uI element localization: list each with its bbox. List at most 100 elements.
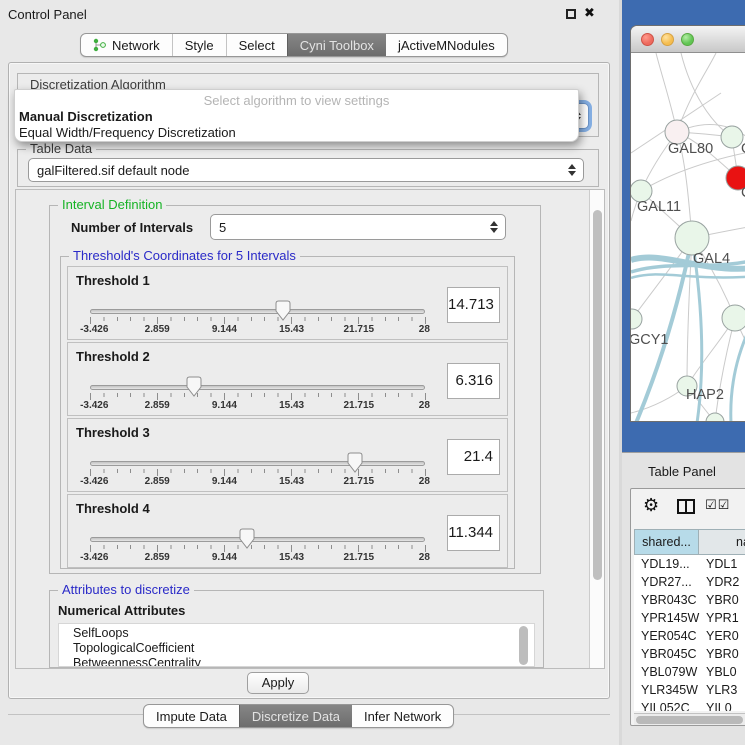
- slider-track[interactable]: [90, 385, 425, 390]
- column-header-name[interactable]: na: [699, 529, 745, 555]
- tab-network[interactable]: Network: [81, 34, 172, 56]
- tab-discretize-data[interactable]: Discretize Data: [239, 705, 352, 727]
- minimize-traffic-light-icon[interactable]: [661, 33, 674, 46]
- threshold-label: Threshold 2: [76, 349, 150, 364]
- table-row[interactable]: YBL079WYBL0: [634, 663, 745, 681]
- svg-text:GAL80: GAL80: [668, 141, 713, 157]
- control-panel-window: Control Panel ✖ Network Style Select Cyn…: [0, 0, 619, 745]
- close-traffic-light-icon[interactable]: [641, 33, 654, 46]
- tab-cyni-toolbox[interactable]: Cyni Toolbox: [287, 34, 386, 56]
- threshold-4-value-field[interactable]: 11.344: [447, 515, 500, 551]
- slider-tick-labels: -3.426 2.859 9.144 15.43 21.715 28: [90, 552, 426, 564]
- slider-tick-labels: -3.426 2.859 9.144 15.43 21.715 28: [90, 324, 426, 336]
- checkbox-icon[interactable]: ☑: [705, 497, 718, 512]
- threshold-1-slider[interactable]: [90, 309, 425, 314]
- group-title: Attributes to discretize: [58, 582, 194, 597]
- dropdown-hint: Select algorithm to view settings: [15, 93, 578, 109]
- tab-select[interactable]: Select: [226, 34, 287, 56]
- scrollbar-thumb[interactable]: [593, 210, 602, 580]
- slider-track[interactable]: [90, 537, 425, 542]
- slider-major-ticks: [90, 469, 426, 476]
- svg-text:HAP2: HAP2: [686, 387, 724, 403]
- table-row[interactable]: YER054CYER0: [634, 627, 745, 645]
- scrollbar-track[interactable]: [589, 190, 604, 668]
- number-of-intervals-label: Number of Intervals: [71, 220, 193, 235]
- node-gal4: [675, 221, 709, 255]
- tab-jactivemnodules[interactable]: jActiveMNodules: [386, 34, 507, 56]
- dropdown-option-manual[interactable]: Manual Discretization: [15, 109, 578, 125]
- tab-style[interactable]: Style: [172, 34, 226, 56]
- slider-track[interactable]: [90, 309, 425, 314]
- number-of-intervals-value: 5: [219, 220, 226, 235]
- svg-text:GA: GA: [741, 141, 745, 157]
- horizontal-scrollbar-thumb[interactable]: [636, 716, 743, 724]
- node-right-top: [721, 126, 743, 148]
- slider-major-ticks: [90, 393, 426, 400]
- gear-icon[interactable]: ⚙: [643, 495, 659, 516]
- threshold-1-panel: Threshold 1 -3.426 2.859 9.144 15.43: [67, 266, 508, 340]
- cyni-mode-tabs: Impute Data Discretize Data Infer Networ…: [143, 704, 454, 728]
- table-row[interactable]: YLR345WYLR3: [634, 681, 745, 699]
- threshold-3-slider[interactable]: [90, 461, 425, 466]
- combo-arrows-icon: [568, 164, 576, 176]
- svg-text:GCY1: GCY1: [631, 332, 669, 348]
- network-window-titlebar[interactable]: [631, 26, 745, 53]
- combo-arrows-icon: [490, 221, 498, 233]
- slider-track[interactable]: [90, 461, 425, 466]
- threshold-2-slider[interactable]: [90, 385, 425, 390]
- svg-text:GAL11: GAL11: [637, 199, 681, 215]
- close-icon[interactable]: ✖: [584, 5, 595, 21]
- table-row[interactable]: YDL19...YDL1: [634, 555, 745, 573]
- table-data-combobox[interactable]: galFiltered.sif default node: [28, 158, 584, 182]
- table-row[interactable]: YPR145WYPR1: [634, 609, 745, 627]
- number-of-intervals-combobox[interactable]: 5: [210, 214, 506, 240]
- threshold-3-panel: Threshold 3 -3.426 2.859 9.144 15.43: [67, 418, 508, 492]
- node-right-low: [722, 305, 745, 331]
- svg-text:C: C: [741, 185, 745, 201]
- table-panel: Table Panel ⚙ ☑☑ shared... na YDL19...YD…: [622, 452, 745, 745]
- column-checkbox-icons[interactable]: ☑☑: [705, 497, 730, 513]
- table-row[interactable]: YDR27...YDR2: [634, 573, 745, 591]
- threshold-1-value-field[interactable]: 14.713: [447, 287, 500, 323]
- threshold-label: Threshold 4: [76, 501, 150, 516]
- column-header-shared[interactable]: shared...: [634, 529, 699, 555]
- tab-network-label: Network: [112, 38, 160, 53]
- node-table-card: ⚙ ☑☑ shared... na YDL19...YDL1 YDR27...Y…: [630, 488, 745, 726]
- table-header-row: shared... na: [634, 529, 745, 555]
- interval-definition-group: Interval Definition Number of Intervals …: [49, 205, 541, 574]
- threshold-3-value-field[interactable]: 21.4: [447, 439, 500, 475]
- horizontal-scrollbar[interactable]: [634, 713, 745, 725]
- network-canvas[interactable]: GAL80 GA C GAL11 GAL4 GCY1 H HAP2: [631, 53, 745, 422]
- table-data-group: Table Data galFiltered.sif default node: [17, 149, 599, 187]
- threshold-4-slider[interactable]: [90, 537, 425, 542]
- table-row[interactable]: YIL052CYIL0: [634, 699, 745, 711]
- split-view-icon[interactable]: [677, 499, 695, 514]
- slider-major-ticks: [90, 317, 426, 324]
- list-item[interactable]: SelfLoops: [73, 626, 534, 641]
- threshold-coordinates-group: Threshold's Coordinates for 5 Intervals …: [60, 256, 515, 569]
- threshold-label: Threshold 1: [76, 273, 150, 288]
- slider-major-ticks: [90, 545, 426, 552]
- tab-infer-network[interactable]: Infer Network: [352, 705, 453, 727]
- numerical-attributes-label: Numerical Attributes: [58, 603, 185, 618]
- table-row[interactable]: YBR045CYBR0: [634, 645, 745, 663]
- slider-tick-labels: -3.426 2.859 9.144 15.43 21.715 28: [90, 400, 426, 412]
- dropdown-option-equal-width[interactable]: Equal Width/Frequency Discretization: [15, 125, 578, 141]
- control-panel-tabs: Network Style Select Cyni Toolbox jActiv…: [80, 33, 508, 57]
- apply-button[interactable]: Apply: [247, 672, 309, 694]
- float-window-icon[interactable]: [566, 9, 576, 19]
- zoom-traffic-light-icon[interactable]: [681, 33, 694, 46]
- window-title: Control Panel: [8, 7, 87, 22]
- cyni-toolbox-panel: Discretization Algorithm Select algorith…: [8, 62, 610, 699]
- list-scrollbar-thumb[interactable]: [519, 626, 528, 665]
- table-row[interactable]: YBR043CYBR0: [634, 591, 745, 609]
- threshold-2-value-field[interactable]: 6.316: [447, 363, 500, 399]
- table-body: YDL19...YDL1 YDR27...YDR2 YBR043CYBR0 YP…: [634, 555, 745, 711]
- threshold-4-panel: Threshold 4 -3.426 2.859 9.144 15.43: [67, 494, 508, 568]
- list-item[interactable]: BetweennessCentrality: [73, 656, 534, 667]
- list-item[interactable]: TopologicalCoefficient: [73, 641, 534, 656]
- svg-text:GAL4: GAL4: [693, 251, 730, 267]
- tab-impute-data[interactable]: Impute Data: [144, 705, 239, 727]
- checkbox-icon[interactable]: ☑: [718, 497, 731, 512]
- group-title: Threshold's Coordinates for 5 Intervals: [69, 248, 300, 263]
